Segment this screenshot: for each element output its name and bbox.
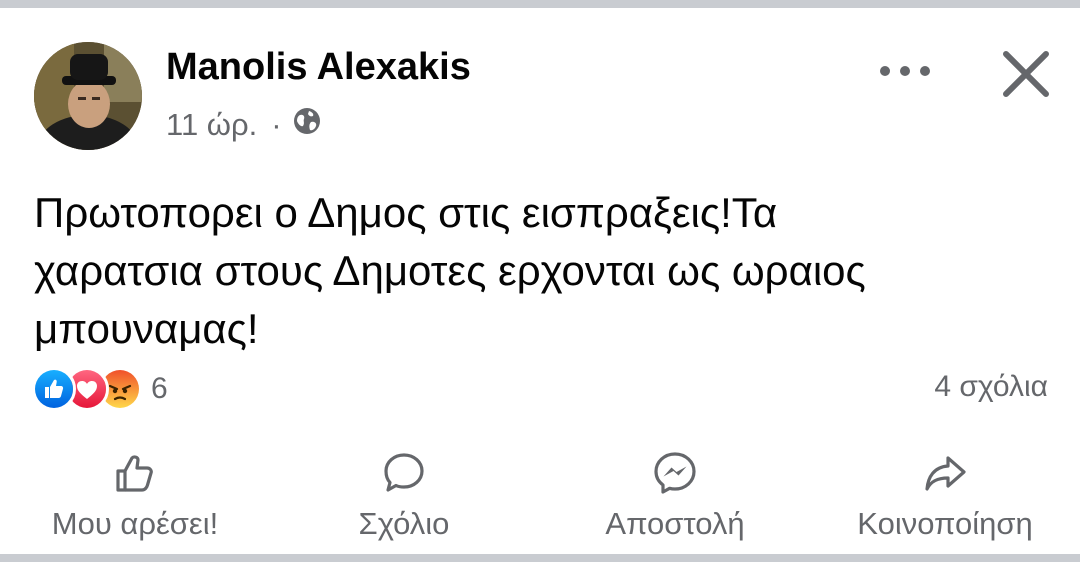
send-label: Αποστολή bbox=[605, 506, 745, 541]
messenger-icon bbox=[650, 448, 700, 498]
post-text: Πρωτοπορει ο Δημος στις εισπραξεις!Τα χα… bbox=[34, 184, 1044, 358]
reaction-count: 6 bbox=[151, 372, 168, 405]
post-time[interactable]: 11 ώρ. bbox=[166, 107, 257, 143]
share-button[interactable]: Κοινοποίηση bbox=[840, 448, 1050, 542]
post-text-line: χαρατσια στους Δημοτες ερχονται ως ωραιο… bbox=[34, 247, 866, 294]
avatar-photo bbox=[34, 42, 142, 150]
share-arrow-icon bbox=[920, 448, 970, 498]
like-reaction-icon bbox=[32, 367, 76, 411]
like-label: Μου αρέσει! bbox=[51, 506, 219, 541]
close-icon bbox=[1003, 51, 1049, 97]
send-button[interactable]: Αποστολή bbox=[590, 448, 760, 542]
avatar[interactable] bbox=[34, 42, 142, 150]
post-meta: 11 ώρ. · bbox=[166, 106, 322, 144]
author-name[interactable]: Manolis Alexakis bbox=[166, 46, 471, 89]
post-card: Manolis Alexakis 11 ώρ. · Πρωτοπορει ο Δ… bbox=[0, 8, 1080, 554]
post-text-line: μπουναμας! bbox=[34, 305, 259, 352]
comments-count-link[interactable]: 4 σχόλια bbox=[934, 370, 1048, 404]
like-button[interactable]: Μου αρέσει! bbox=[33, 448, 237, 542]
meta-separator: · bbox=[271, 107, 282, 142]
post-text-line: Πρωτοπορει ο Δημος στις εισπραξεις!Τα bbox=[34, 189, 778, 236]
share-label: Κοινοποίηση bbox=[857, 506, 1033, 541]
comment-icon bbox=[379, 448, 429, 498]
more-options-button[interactable] bbox=[872, 46, 938, 96]
comment-label: Σχόλιο bbox=[358, 506, 450, 541]
more-dots-icon bbox=[880, 66, 930, 76]
comment-button[interactable]: Σχόλιο bbox=[345, 448, 463, 542]
reactions-summary[interactable]: 6 bbox=[32, 366, 168, 412]
close-button[interactable] bbox=[998, 46, 1054, 102]
thumbs-up-icon bbox=[110, 448, 160, 498]
globe-icon bbox=[292, 106, 322, 144]
